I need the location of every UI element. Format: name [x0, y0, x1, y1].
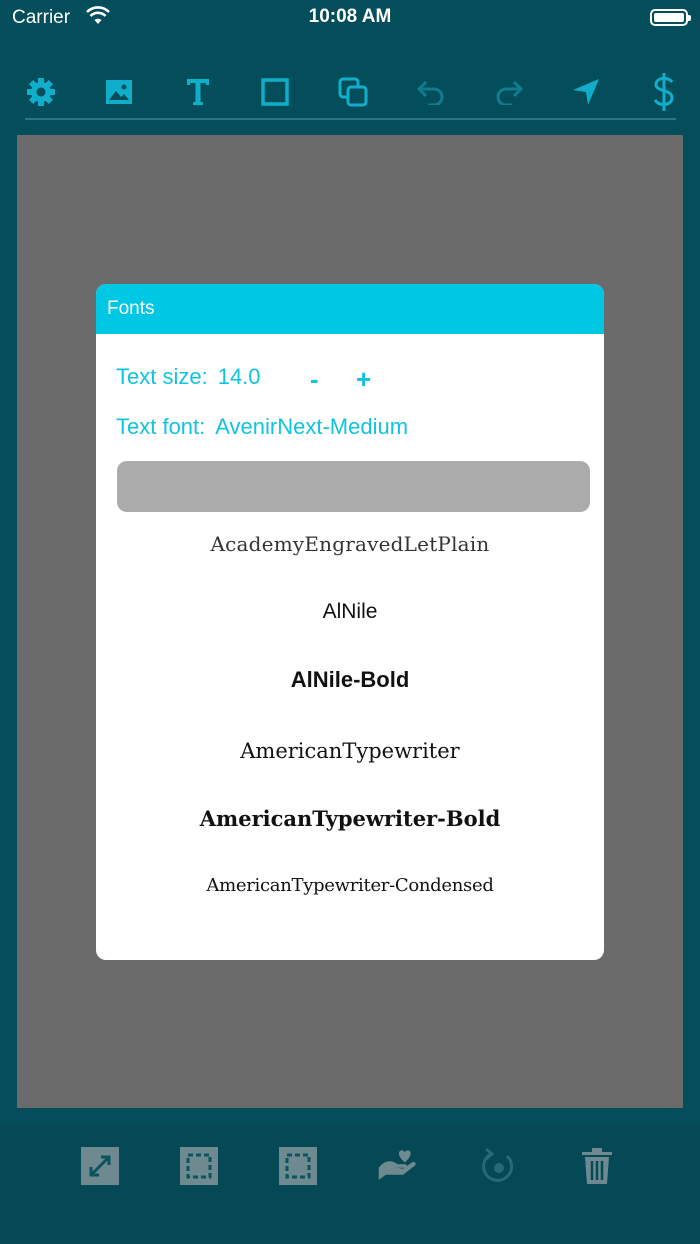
- redo-icon[interactable]: [491, 74, 527, 110]
- send-icon[interactable]: [568, 74, 604, 110]
- trash-icon[interactable]: [577, 1146, 617, 1186]
- toolbar-divider: [25, 118, 676, 120]
- image-icon[interactable]: [101, 74, 137, 110]
- text-size-value: 14.0: [217, 364, 261, 389]
- text-font-value: AvenirNext-Medium: [215, 414, 409, 439]
- gear-icon[interactable]: [23, 74, 59, 110]
- dollar-icon[interactable]: [646, 73, 682, 111]
- select-box-alt-icon[interactable]: [278, 1146, 318, 1186]
- select-box-icon[interactable]: [179, 1146, 219, 1186]
- decrease-size-button[interactable]: -: [310, 364, 319, 395]
- increase-size-button[interactable]: +: [356, 364, 371, 395]
- text-icon[interactable]: [180, 74, 216, 110]
- font-list-item[interactable]: AmericanTypewriter-Bold: [96, 806, 604, 831]
- bottom-toolbar: [0, 1124, 700, 1244]
- clock: 10:08 AM: [308, 6, 392, 27]
- font-list-item[interactable]: AcademyEngravedLetPlain: [96, 532, 604, 556]
- hand-heart-icon[interactable]: [377, 1146, 417, 1186]
- font-list-item[interactable]: AlNile-Bold: [96, 667, 604, 693]
- undo-icon[interactable]: [413, 74, 449, 110]
- fonts-dialog: Fonts Text size: 14.0 - + Text font: Aveni…: [96, 284, 604, 960]
- text-font-label: Text font:: [116, 414, 206, 439]
- top-toolbar: [0, 60, 700, 124]
- resize-icon[interactable]: [80, 1146, 120, 1186]
- font-search-field[interactable]: [117, 461, 590, 512]
- text-size-row: Text size: 14.0: [116, 364, 261, 390]
- dialog-title: Fonts: [96, 284, 604, 334]
- square-icon[interactable]: [257, 74, 293, 110]
- text-size-label: Text size:: [116, 364, 208, 389]
- copy-icon[interactable]: [335, 74, 371, 110]
- font-list-item[interactable]: AmericanTypewriter: [96, 739, 604, 763]
- status-bar: Carrier 10:08 AM: [0, 0, 700, 40]
- text-font-row: Text font: AvenirNext-Medium: [116, 414, 408, 440]
- rotate-icon[interactable]: [477, 1146, 517, 1186]
- font-list-item[interactable]: AlNile: [96, 600, 604, 624]
- font-list-item[interactable]: AmericanTypewriter-Condensed: [96, 875, 604, 896]
- battery-icon: [650, 9, 691, 26]
